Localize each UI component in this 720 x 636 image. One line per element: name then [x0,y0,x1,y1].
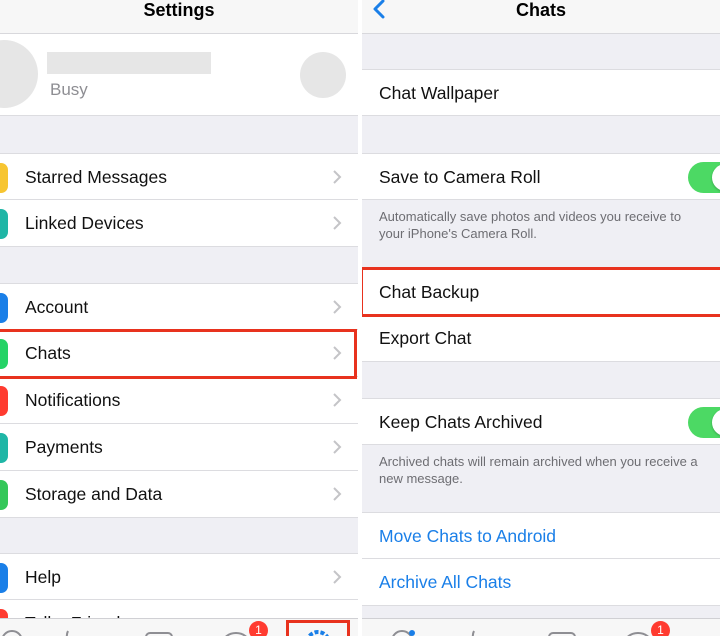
profile-name-redacted [47,52,211,74]
settings-item-help[interactable]: Help [0,553,358,600]
camera-icon[interactable] [143,627,175,636]
chevron-right-icon [333,300,342,314]
info-icon [0,563,8,593]
qr-code-icon[interactable] [300,52,346,98]
chevron-right-icon [333,216,342,230]
settings-item-linked-devices[interactable]: Linked Devices [0,200,358,247]
settings-nav-bar: Settings [0,0,358,34]
save-to-camera-roll-row: Save to Camera Roll [362,153,720,200]
chats-nav-bar: Chats [362,0,720,34]
chats-icon[interactable] [622,627,654,636]
export-chat-row[interactable]: Export Chat [362,315,720,362]
archived-note-line-2: new message. [379,471,463,486]
whatsapp-icon [0,339,8,369]
calls-icon[interactable] [56,627,88,636]
archived-note-line-1: Archived chats will remain archived when… [379,454,698,469]
toggle-knob [712,164,720,191]
chats-badge: 1 [651,621,670,636]
key-icon [0,293,8,323]
settings-item-notifications[interactable]: Notifications [0,377,358,424]
chevron-right-icon [333,393,342,407]
settings-item-storage-and-data[interactable]: Storage and Data [0,471,358,518]
chevron-right-icon [333,170,342,184]
settings-item-label: Chats [25,343,71,363]
settings-item-label: Notifications [25,390,121,410]
save-note-line-1: Automatically save photos and videos you… [379,209,682,224]
chevron-right-icon [333,570,342,584]
star-icon [0,163,8,193]
settings-item-label: Payments [25,437,103,457]
settings-item-starred-messages[interactable]: Starred Messages [0,153,358,200]
settings-item-label: Linked Devices [25,213,144,233]
settings-item-account[interactable]: Account [0,283,358,330]
arrows-icon [0,480,8,510]
chats-badge: 1 [249,621,268,636]
move-chats-to-android-link[interactable]: Move Chats to Android [379,513,556,559]
calls-icon[interactable] [462,627,494,636]
page-title: Settings [143,0,215,20]
settings-tab-highlight-box [286,620,350,636]
profile-status: Busy [50,80,88,99]
status-icon[interactable] [0,627,28,636]
save-note-line-2: your iPhone's Camera Roll. [379,226,537,241]
move-chats-to-android-row[interactable]: Move Chats to Android [362,512,720,559]
chevron-right-icon [333,346,342,360]
chat-wallpaper-label: Chat Wallpaper [379,83,499,103]
toggle-knob [712,409,720,436]
status-icon[interactable] [386,627,418,636]
settings-item-label: Storage and Data [25,484,163,504]
rupee-icon [0,433,8,463]
settings-item-label: Account [25,297,89,317]
tab-bar: 1 [362,618,720,636]
chats-icon[interactable] [220,627,252,636]
chat-wallpaper-row[interactable]: Chat Wallpaper [362,69,720,116]
chevron-right-icon [333,487,342,501]
save-to-camera-roll-label: Save to Camera Roll [379,167,541,187]
keep-chats-archived-row: Keep Chats Archived [362,398,720,445]
keep-chats-archived-toggle[interactable] [688,407,720,438]
settings-screen: Settings Busy Starred Messages Linked De… [0,0,358,636]
laptop-icon [0,209,8,239]
camera-icon[interactable] [546,627,578,636]
settings-item-label: Help [25,567,61,587]
archive-all-chats-link[interactable]: Archive All Chats [379,559,511,605]
export-chat-label: Export Chat [379,328,472,348]
archive-all-chats-row[interactable]: Archive All Chats [362,559,720,606]
chat-backup-row[interactable]: Chat Backup [362,268,720,315]
chat-backup-label: Chat Backup [379,282,480,302]
profile-row[interactable]: Busy [0,34,358,116]
save-to-camera-roll-toggle[interactable] [688,162,720,193]
chats-settings-screen: Chats Chat Wallpaper Save to Camera Roll… [362,0,720,636]
page-title: Chats [515,0,566,20]
chevron-right-icon [333,440,342,454]
settings-item-label: Starred Messages [25,167,168,187]
keep-chats-archived-label: Keep Chats Archived [379,412,543,432]
settings-item-payments[interactable]: Payments [0,424,358,471]
settings-item-chats[interactable]: Chats [0,330,358,377]
avatar [0,40,38,108]
bell-icon [0,386,8,416]
